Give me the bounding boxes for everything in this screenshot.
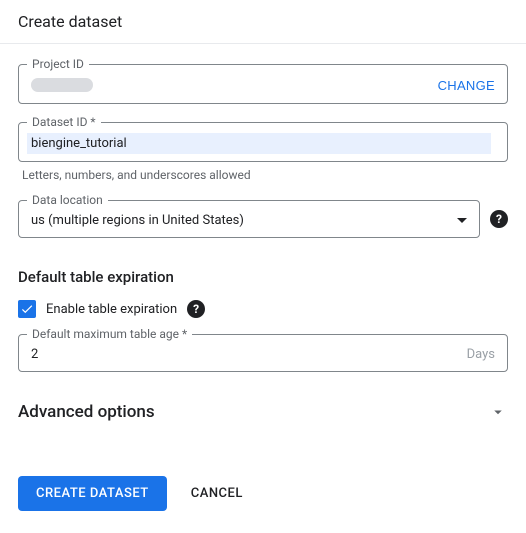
chevron-down-icon (488, 402, 508, 422)
project-id-label: Project ID (27, 57, 89, 71)
project-id-field: Project ID CHANGE (18, 64, 508, 104)
chevron-down-icon (457, 218, 467, 223)
create-dataset-button[interactable]: CREATE DATASET (18, 476, 167, 511)
max-table-age-label: Default maximum table age * (27, 327, 192, 341)
advanced-options-title: Advanced options (18, 402, 155, 422)
help-icon[interactable]: ? (490, 210, 508, 228)
max-table-age-value[interactable]: 2 (31, 347, 38, 362)
enable-expiration-checkbox[interactable] (18, 300, 36, 318)
dataset-id-label: Dataset ID * (27, 115, 101, 129)
cancel-button[interactable]: CANCEL (191, 486, 243, 501)
max-table-age-unit: Days (467, 347, 495, 362)
expiration-section-title: Default table expiration (18, 268, 508, 286)
help-icon[interactable]: ? (187, 300, 205, 318)
advanced-options-toggle[interactable]: Advanced options (18, 402, 508, 422)
action-bar: CREATE DATASET CANCEL (18, 476, 508, 511)
page-title: Create dataset (18, 12, 508, 43)
dataset-id-helper: Letters, numbers, and underscores allowe… (22, 168, 504, 182)
change-project-button[interactable]: CHANGE (438, 78, 495, 93)
data-location-label: Data location (27, 193, 108, 207)
data-location-value: us (multiple regions in United States) (31, 213, 244, 228)
divider (0, 43, 526, 44)
max-table-age-field[interactable]: Default maximum table age * 2 Days (18, 334, 508, 372)
enable-expiration-label: Enable table expiration (46, 302, 177, 317)
check-icon (20, 302, 34, 316)
project-id-redacted (31, 78, 93, 92)
dataset-id-field[interactable]: Dataset ID * (18, 122, 508, 162)
dataset-id-input[interactable] (27, 133, 491, 154)
data-location-select[interactable]: Data location us (multiple regions in Un… (18, 200, 480, 238)
